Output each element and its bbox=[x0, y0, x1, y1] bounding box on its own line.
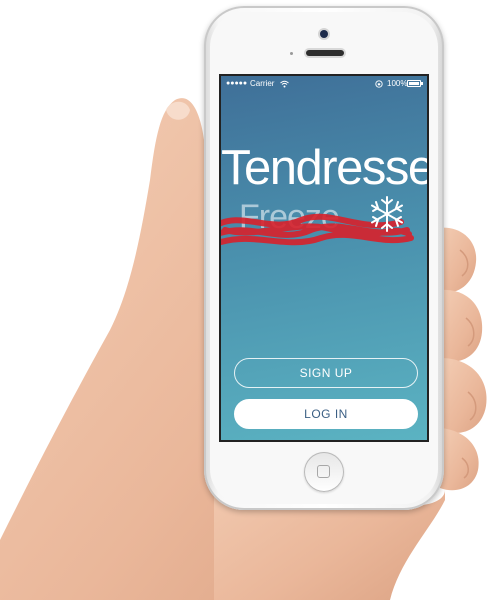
front-camera-icon bbox=[320, 30, 328, 38]
battery-tip bbox=[421, 82, 423, 85]
app-screen: ●●●●● Carrier 100% Tendresse Freeze SIGN… bbox=[219, 74, 429, 442]
battery-percent: 100% bbox=[387, 79, 408, 88]
wifi-icon bbox=[280, 76, 289, 92]
log-in-button[interactable]: LOG IN bbox=[234, 399, 418, 429]
carrier-name: Carrier bbox=[250, 79, 275, 88]
scene: ●●●●● Carrier 100% Tendresse Freeze SIGN… bbox=[0, 0, 499, 600]
battery-icon bbox=[407, 80, 421, 87]
sign-up-button[interactable]: SIGN UP bbox=[234, 358, 418, 388]
home-square-icon bbox=[317, 465, 330, 478]
earpiece-speaker-icon bbox=[306, 50, 344, 56]
app-title: Tendresse bbox=[221, 141, 429, 195]
status-bar: ●●●●● Carrier 100% bbox=[221, 76, 427, 92]
home-button[interactable] bbox=[304, 452, 344, 492]
snowflake-icon bbox=[371, 196, 403, 232]
proximity-sensor-icon bbox=[290, 52, 293, 55]
signal-strength-icon: ●●●●● bbox=[226, 80, 248, 87]
rotation-lock-icon bbox=[375, 76, 383, 92]
